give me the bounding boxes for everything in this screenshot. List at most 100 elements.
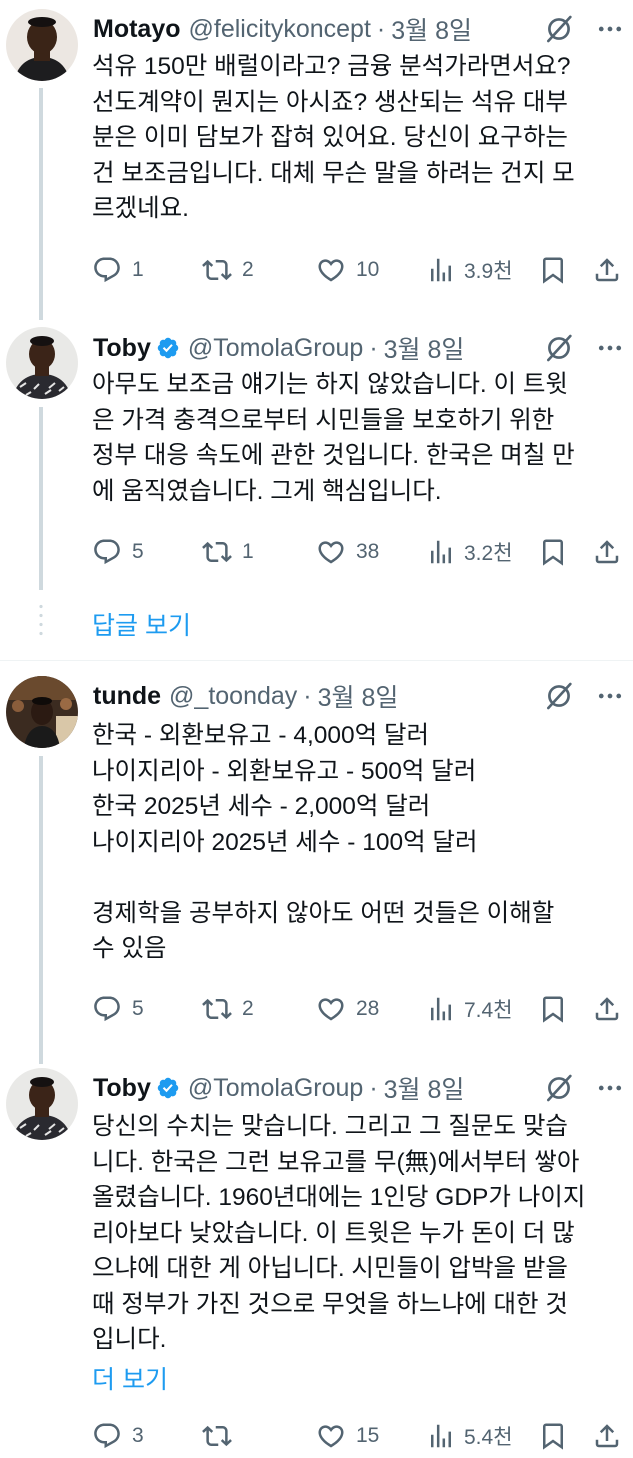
tweet-text-line: 리아보다 낮았습니다. 이 트윗은 누가 돈이 더 많 [92, 1219, 575, 1247]
avatar[interactable] [6, 9, 78, 81]
share-button[interactable] [592, 252, 622, 288]
tweet-date[interactable]: 3월 8일 [384, 1070, 465, 1106]
views-count: 5.4천 [464, 1426, 513, 1449]
grok-slashed-circle-icon[interactable] [543, 1072, 575, 1104]
reply-count: 1 [132, 258, 144, 281]
reply-icon [92, 537, 122, 567]
separator-dot: · [376, 14, 386, 43]
tweet-text-line: 니다. 한국은 그런 보유고를 무(無)에서부터 쌓아 [92, 1148, 580, 1176]
repost-button[interactable]: 2 [202, 252, 254, 288]
reply-button[interactable]: 5 [92, 991, 144, 1027]
views-button[interactable]: 3.2천 [426, 534, 513, 570]
reply-count: 5 [132, 540, 144, 563]
reply-button[interactable]: 5 [92, 534, 144, 570]
repost-button[interactable] [202, 1418, 242, 1454]
action-bar: 5 1 38 3.2천 [92, 534, 627, 570]
views-bar-chart-icon [426, 255, 456, 285]
reply-button[interactable]: 3 [92, 1418, 144, 1454]
more-options-icon[interactable] [595, 333, 625, 363]
bookmark-button[interactable] [538, 1418, 568, 1454]
views-button[interactable]: 7.4천 [426, 991, 513, 1027]
grok-slashed-circle-icon[interactable] [543, 680, 575, 712]
reply-count: 3 [132, 1424, 144, 1447]
like-count: 28 [356, 997, 380, 1020]
tweet-text: 한국 - 외환보유고 - 4,000억 달러 나이지리아 - 외환보유고 - 5… [92, 718, 627, 967]
repost-count: 1 [242, 540, 254, 563]
tweet-date[interactable]: 3월 8일 [384, 330, 465, 366]
bookmark-button[interactable] [538, 534, 568, 570]
display-name[interactable]: Toby [93, 1074, 151, 1103]
display-name[interactable]: Toby [93, 334, 151, 363]
tweet-text: 아무도 보조금 얘기는 하지 않았습니다. 이 트윗 은 가격 충격으로부터 시… [92, 367, 627, 509]
share-button[interactable] [592, 534, 622, 570]
views-button[interactable]: 5.4천 [426, 1418, 513, 1454]
display-name[interactable]: tunde [93, 682, 161, 711]
tweet-text-line: 한국 - 외환보유고 - 4,000억 달러 [92, 722, 430, 749]
reply-icon [92, 255, 122, 285]
show-replies-link[interactable]: 답글 보기 [92, 606, 191, 642]
repost-icon [202, 994, 232, 1024]
reply-button[interactable]: 1 [92, 252, 144, 288]
more-options-icon[interactable] [595, 1073, 625, 1103]
verified-badge-icon[interactable] [156, 1076, 180, 1100]
tweet-text-line: 아무도 보조금 얘기는 하지 않았습니다. 이 트윗 [92, 371, 568, 398]
heart-icon [316, 537, 346, 567]
share-icon [592, 1421, 622, 1451]
avatar[interactable] [6, 676, 78, 748]
views-button[interactable]: 3.9천 [426, 252, 513, 288]
like-button[interactable]: 10 [316, 252, 379, 288]
action-bar: 3 15 5.4천 [92, 1418, 627, 1454]
share-button[interactable] [592, 991, 622, 1027]
tweet-text-line: 올렸습니다. 1960년대에는 1인당 GDP가 나이지 [92, 1184, 586, 1211]
avatar[interactable] [6, 1068, 78, 1140]
separator-dot: · [303, 681, 312, 710]
more-options-icon[interactable] [595, 14, 625, 44]
tweet-text-line: 나이지리아 - 외환보유고 - 500억 달러 [92, 757, 477, 785]
thread-line [39, 88, 43, 320]
tweet-text: 석유 150만 배럴이라고? 금융 분석가라면서요? 선도계약이 뭔지는 아시죠… [92, 49, 627, 227]
bookmark-icon [538, 537, 568, 567]
reply-icon [92, 1421, 122, 1451]
verified-badge-icon[interactable] [156, 336, 180, 360]
separator-dot: · [369, 333, 378, 362]
repost-icon [202, 255, 232, 285]
share-icon [592, 994, 622, 1024]
views-count: 3.2천 [464, 542, 513, 565]
bookmark-icon [538, 1421, 568, 1451]
show-more-link[interactable]: 더 보기 [92, 1360, 168, 1396]
bookmark-icon [538, 255, 568, 285]
grok-slashed-circle-icon[interactable] [543, 332, 575, 364]
user-handle[interactable]: @_toonday [169, 682, 297, 711]
tweet-date[interactable]: 3월 8일 [318, 678, 399, 714]
share-button[interactable] [592, 1418, 622, 1454]
tweet-date[interactable]: 3월 8일 [391, 11, 472, 47]
grok-slashed-circle-icon[interactable] [543, 13, 575, 45]
user-handle[interactable]: @felicitykoncept [189, 15, 371, 44]
tweet-text-line: 분은 이미 담보가 잡혀 있어요. 당신이 요구하는 [92, 124, 568, 151]
like-button[interactable]: 28 [316, 991, 379, 1027]
action-bar: 1 2 10 3.9천 [92, 252, 627, 288]
avatar[interactable] [6, 327, 78, 399]
tweet-text-line: 나이지리아 2025년 세수 - 100억 달러 [92, 828, 478, 856]
tweet-header: tunde @_toonday · 3월 8일 [93, 676, 625, 716]
views-bar-chart-icon [426, 994, 456, 1024]
display-name[interactable]: Motayo [93, 15, 181, 44]
views-count: 3.9천 [464, 260, 513, 283]
bookmark-button[interactable] [538, 991, 568, 1027]
thread-line [39, 407, 43, 590]
share-icon [592, 255, 622, 285]
repost-icon [202, 537, 232, 567]
repost-button[interactable]: 2 [202, 991, 254, 1027]
user-handle[interactable]: @TomolaGroup [188, 1074, 363, 1103]
bookmark-button[interactable] [538, 252, 568, 288]
tweet-text-line: 선도계약이 뭔지는 아시죠? 생산되는 석유 대부 [92, 88, 568, 116]
tweet-text-line: 때 정부가 가진 것으로 무엇을 하느냐에 대한 것 [92, 1290, 568, 1318]
action-bar: 5 2 28 7.4천 [92, 991, 627, 1027]
more-options-icon[interactable] [595, 681, 625, 711]
tweet-text-line: 석유 150만 배럴이라고? 금융 분석가라면서요? [92, 53, 571, 80]
repost-button[interactable]: 1 [202, 534, 254, 570]
like-button[interactable]: 15 [316, 1418, 379, 1454]
like-button[interactable]: 38 [316, 534, 379, 570]
user-handle[interactable]: @TomolaGroup [188, 334, 363, 363]
